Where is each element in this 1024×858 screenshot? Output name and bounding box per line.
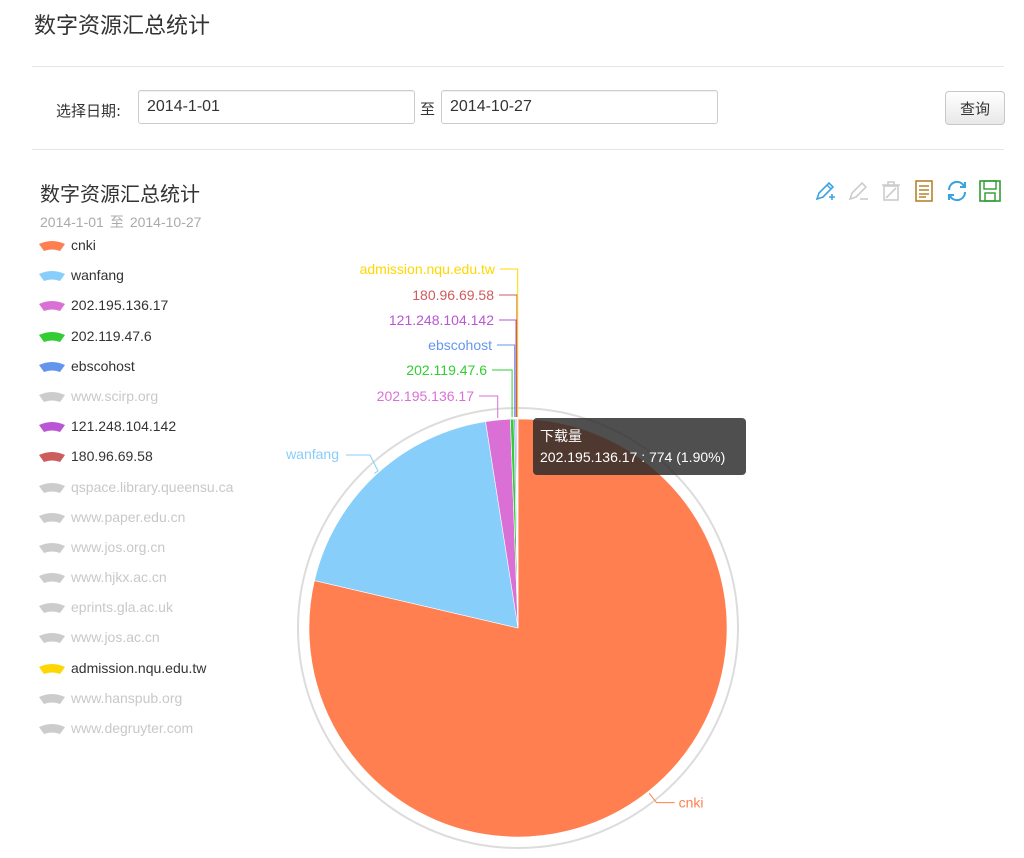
pie-slice-label: ebscohost — [428, 337, 492, 353]
pie-label-line — [499, 319, 517, 418]
pie-slice-label: 202.119.47.6 — [406, 362, 487, 378]
pie-label-line — [346, 454, 379, 474]
chart-tooltip: 下载量 202.195.136.17 : 774 (1.90%) — [533, 418, 746, 475]
tooltip-series: 下载量 — [540, 428, 582, 444]
pie-label-line — [479, 395, 499, 418]
pie-slice-label: cnki — [679, 795, 704, 811]
pie-slice-label: 202.195.136.17 — [377, 388, 475, 404]
pie-slice-label: 180.96.69.58 — [412, 287, 494, 303]
pie-slice-label: 121.248.104.142 — [389, 312, 494, 328]
pie-slice-label: admission.nqu.edu.tw — [360, 261, 496, 277]
pie-slice-label: wanfang — [285, 446, 339, 462]
pie-chart: cnki wanfang 202.195.136.17 202.119.47.6 ebs… — [285, 261, 739, 849]
tooltip-text: 202.195.136.17 : 774 (1.90%) — [540, 449, 726, 465]
